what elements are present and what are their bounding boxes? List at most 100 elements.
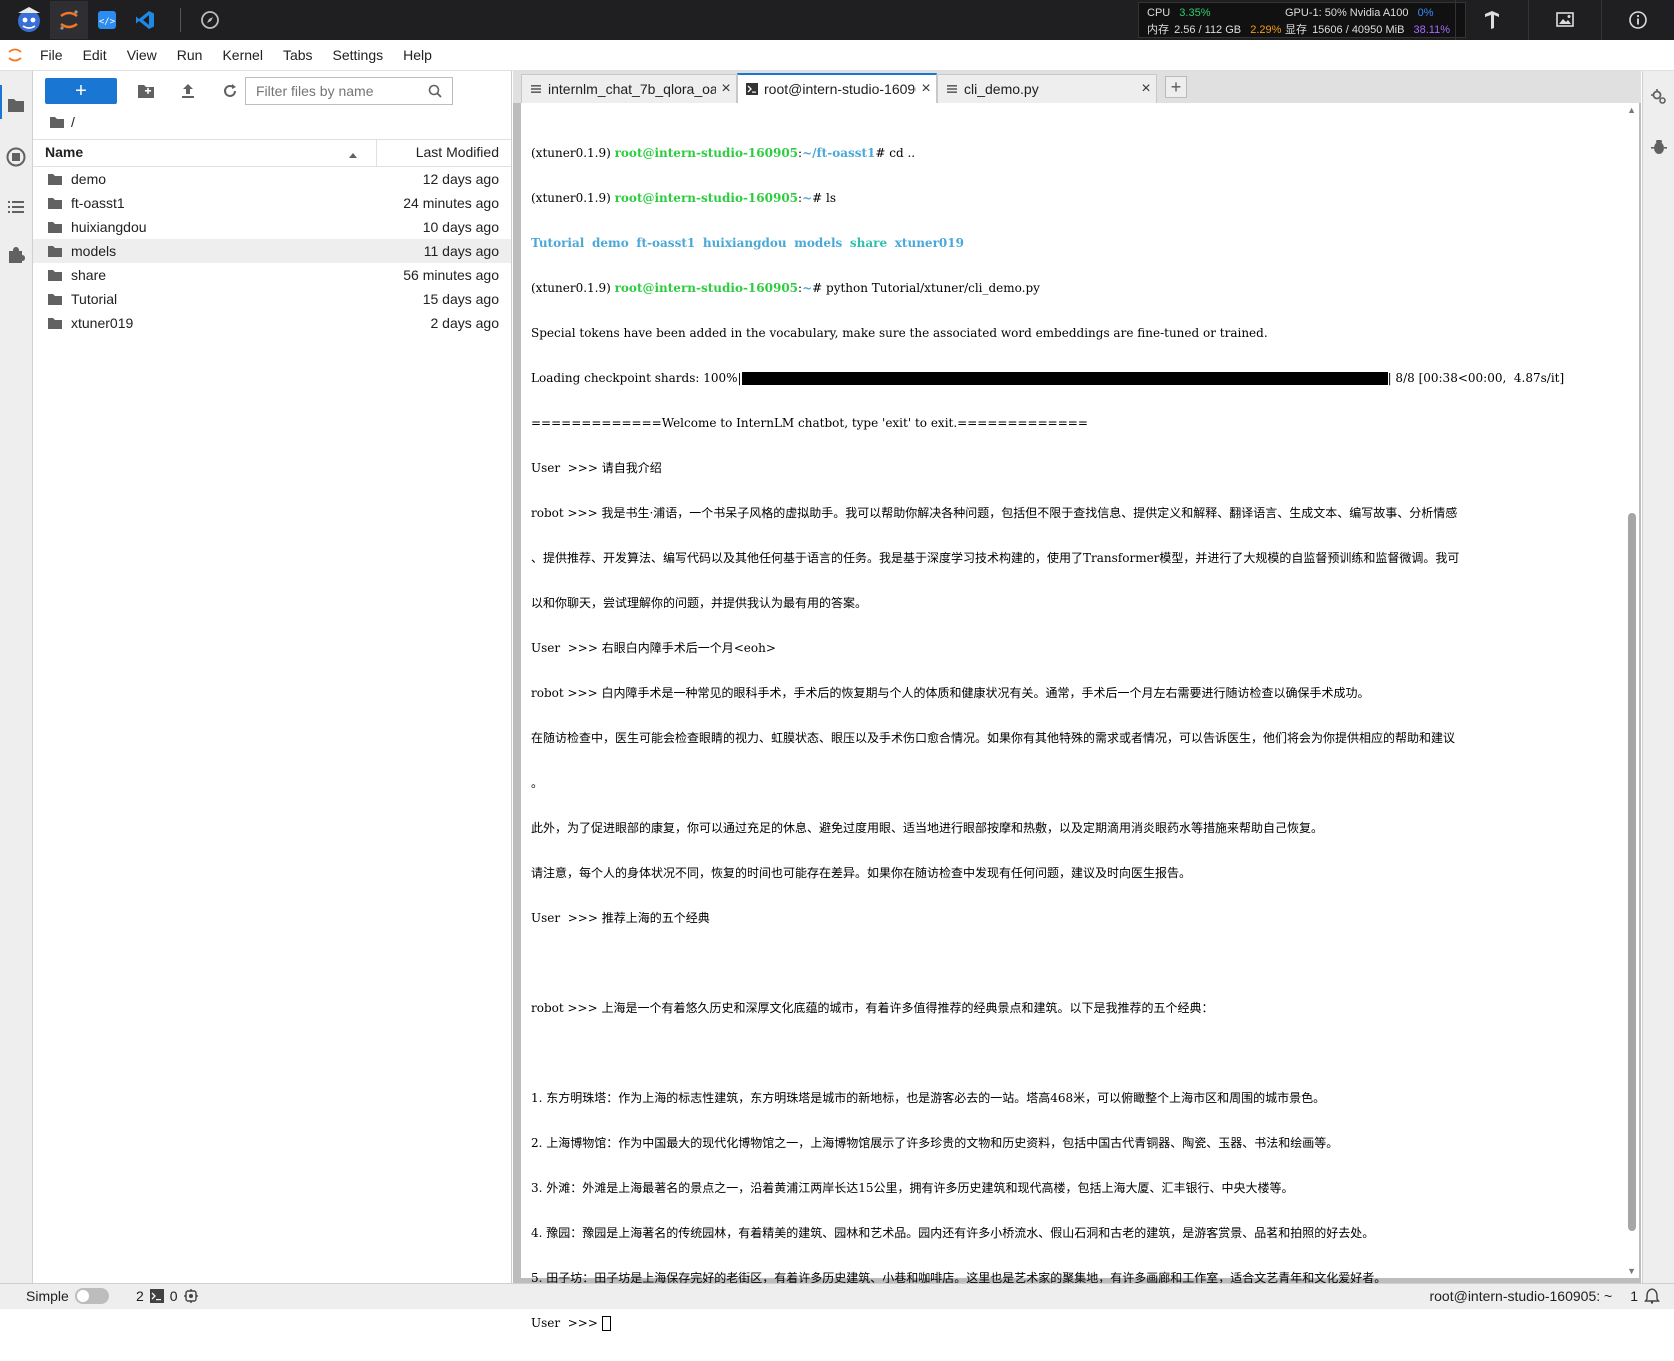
home-folder-icon[interactable] — [49, 115, 65, 129]
gpu-label: GPU-1: 50% Nvidia A100 — [1285, 7, 1409, 19]
column-name-header[interactable]: Name — [45, 144, 83, 160]
robot-message: 在随访检查中，医生可能会检查眼睛的视力、虹膜状态、眼压以及手术伤口愈合情况。如果… — [531, 731, 1456, 745]
memory-label: 内存 — [1147, 24, 1169, 36]
close-icon[interactable]: × — [716, 80, 736, 98]
extensions-puzzle-icon[interactable] — [4, 243, 28, 267]
folder-icon — [47, 268, 63, 282]
ls-entry: xtuner019 — [894, 236, 964, 250]
upload-icon[interactable] — [167, 78, 209, 104]
simple-mode-toggle[interactable]: Simple — [26, 1288, 109, 1304]
terminal-line: (xtuner0.1.9) root@intern-studio-160905:… — [531, 281, 1040, 295]
jupyter-app-icon[interactable] — [50, 1, 88, 39]
file-row[interactable]: Tutorial 15 days ago — [33, 287, 511, 311]
ls-entry: demo — [591, 236, 629, 250]
loading-progress-line: Loading checkpoint shards: 100%| | 8/8 [0… — [531, 371, 1611, 386]
terminal-panel[interactable]: (xtuner0.1.9) root@intern-studio-160905:… — [521, 103, 1639, 1331]
close-icon[interactable]: × — [916, 80, 936, 98]
bell-icon[interactable] — [1644, 1288, 1660, 1304]
file-modified: 11 days ago — [423, 243, 499, 259]
tensorflow-icon[interactable] — [1455, 0, 1528, 40]
file-modified: 2 days ago — [430, 315, 500, 331]
scroll-up-icon[interactable]: ▲ — [1627, 105, 1636, 115]
code-editor-app-icon[interactable]: </> — [88, 1, 126, 39]
input-prompt-line[interactable]: User >>> — [531, 1316, 1611, 1331]
tab-label: internlm_chat_7b_qlora_oa — [548, 81, 716, 97]
app-logo-icon[interactable] — [10, 1, 48, 39]
running-kernels-icon[interactable] — [4, 145, 28, 169]
terminal-icon — [746, 83, 760, 95]
ls-entry: Tutorial — [531, 236, 585, 250]
column-divider[interactable] — [376, 140, 377, 166]
tab-label: cli_demo.py — [964, 81, 1039, 97]
file-filter-input[interactable] — [254, 82, 428, 100]
left-activity-bar — [0, 71, 33, 1283]
text-cursor — [601, 1316, 611, 1331]
toolbar-divider — [180, 8, 181, 32]
toggle-switch[interactable] — [74, 1288, 109, 1304]
terminal-scrollbar[interactable]: ▲ ▼ — [1625, 103, 1639, 1278]
jupyter-logo-icon — [0, 46, 30, 64]
tab-terminal[interactable]: root@intern-studio-16090 × — [737, 73, 937, 103]
kernel-count: 2 — [136, 1288, 144, 1304]
vscode-app-icon[interactable] — [126, 1, 164, 39]
file-row[interactable]: share 56 minutes ago — [33, 263, 511, 287]
column-modified-header[interactable]: Last Modified — [416, 144, 499, 160]
menu-file[interactable]: File — [30, 40, 73, 70]
loading-prefix: Loading checkpoint shards: 100%| — [531, 371, 742, 385]
file-modified: 15 days ago — [422, 291, 499, 307]
vram-value: 15606 / 40950 MiB — [1312, 24, 1405, 36]
file-row[interactable]: xtuner019 2 days ago — [33, 311, 511, 335]
close-icon[interactable]: × — [1136, 80, 1156, 98]
list-item: 3. 外滩：外滩是上海最著名的景点之一，沿着黄浦江两岸长达15公里，拥有许多历史… — [531, 1181, 1294, 1195]
scrollbar-thumb[interactable] — [1628, 513, 1636, 1231]
folder-icon — [47, 292, 63, 306]
menu-help[interactable]: Help — [393, 40, 442, 70]
kernel-status[interactable]: 2 0 — [136, 1288, 198, 1304]
folder-icon[interactable] — [4, 93, 28, 117]
new-launcher-button[interactable]: + — [45, 78, 117, 104]
breadcrumb: / — [49, 111, 75, 133]
progress-bar — [741, 372, 1388, 385]
menu-edit[interactable]: Edit — [73, 40, 117, 70]
breadcrumb-root[interactable]: / — [71, 114, 75, 130]
prompt-path: ~/ft-oasst1 — [802, 146, 876, 160]
property-inspector-icon[interactable] — [1647, 85, 1671, 109]
sort-ascending-icon[interactable] — [348, 146, 358, 162]
terminal-line: (xtuner0.1.9) root@intern-studio-160905:… — [531, 146, 916, 160]
menu-settings[interactable]: Settings — [323, 40, 394, 70]
menu-run[interactable]: Run — [167, 40, 213, 70]
file-modified: 10 days ago — [422, 219, 499, 235]
file-row[interactable]: huixiangdou 10 days ago — [33, 215, 511, 239]
cpu-label: CPU — [1147, 7, 1171, 19]
add-tab-button[interactable]: + — [1165, 76, 1187, 98]
file-name: huixiangdou — [71, 219, 147, 235]
terminal-line: Special tokens have been added in the vo… — [531, 326, 1268, 340]
tab-label: root@intern-studio-16090 — [764, 81, 916, 97]
file-name: ft-oasst1 — [71, 195, 125, 211]
menu-kernel[interactable]: Kernel — [212, 40, 272, 70]
status-right: root@intern-studio-160905: ~ 1 — [1429, 1288, 1660, 1304]
image-monitor-icon[interactable] — [1528, 0, 1601, 40]
file-row[interactable]: ft-oasst1 24 minutes ago — [33, 191, 511, 215]
new-folder-icon[interactable] — [125, 78, 167, 104]
info-icon[interactable] — [1601, 0, 1674, 40]
user-prompt: User >>> — [531, 1316, 602, 1330]
file-row[interactable]: demo 12 days ago — [33, 167, 511, 191]
tab-config-file[interactable]: internlm_chat_7b_qlora_oa × — [521, 74, 737, 103]
debugger-bug-icon[interactable] — [1647, 135, 1671, 159]
menu-tabs[interactable]: Tabs — [273, 40, 323, 70]
menu-view[interactable]: View — [117, 40, 167, 70]
table-of-contents-icon[interactable] — [4, 195, 28, 219]
vram-label: 显存 — [1285, 24, 1307, 36]
file-name: Tutorial — [71, 291, 118, 307]
tab-cli-demo[interactable]: cli_demo.py × — [937, 74, 1157, 103]
file-browser-toolbar: + — [45, 77, 251, 105]
gpu-percent: 0% — [1417, 7, 1434, 19]
compass-icon[interactable] — [191, 1, 229, 39]
file-name: demo — [71, 171, 107, 187]
list-item: 4. 豫园：豫园是上海著名的传统园林，有着精美的建筑、园林和艺术品。园内还有许多… — [531, 1226, 1375, 1240]
scroll-down-icon[interactable]: ▼ — [1627, 1266, 1636, 1276]
file-row[interactable]: models 11 days ago — [33, 239, 511, 263]
